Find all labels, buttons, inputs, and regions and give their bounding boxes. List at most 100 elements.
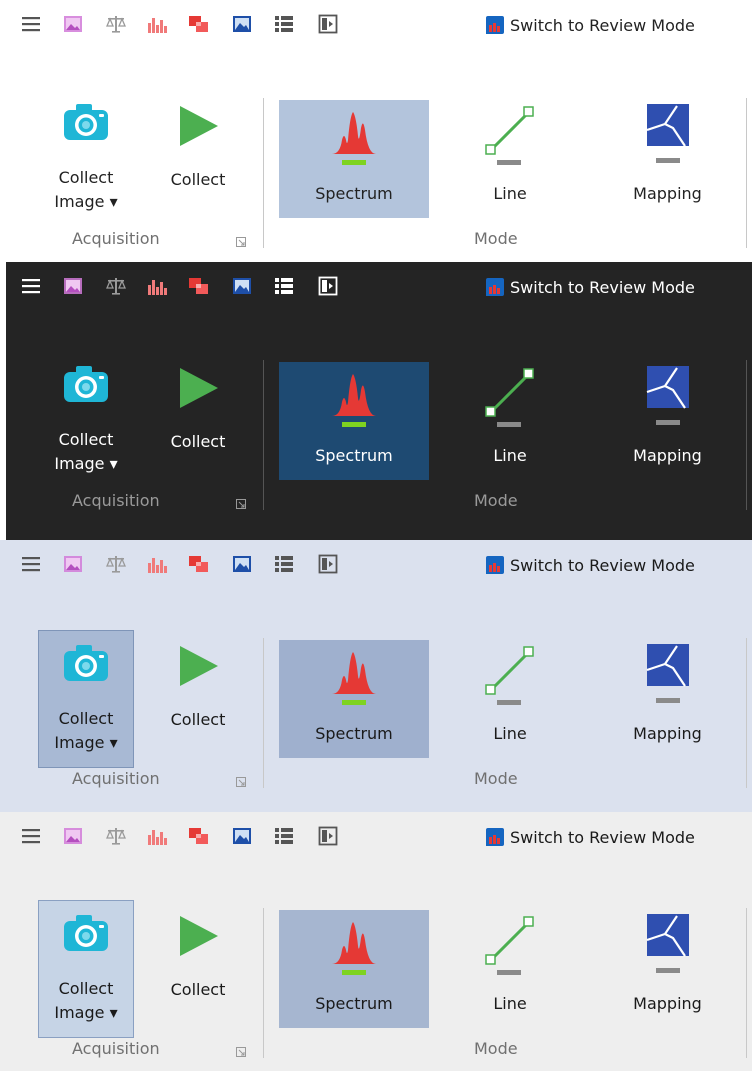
- list-icon[interactable]: [273, 553, 295, 575]
- quick-access-toolbar: Switch to Review Mode: [0, 0, 752, 52]
- menu-icon[interactable]: [20, 275, 42, 297]
- image-icon[interactable]: [62, 13, 84, 35]
- line-mode-button[interactable]: Line: [460, 910, 560, 1028]
- group-separator: [263, 360, 264, 510]
- image-icon[interactable]: [62, 553, 84, 575]
- balance-icon[interactable]: [105, 825, 127, 847]
- switch-review-mode-button[interactable]: Switch to Review Mode: [486, 824, 695, 850]
- balance-icon[interactable]: [105, 275, 127, 297]
- switch-review-mode-button[interactable]: Switch to Review Mode: [486, 552, 695, 578]
- picture-icon[interactable]: [231, 275, 253, 297]
- ribbon-panel-light: Switch to Review Mode Collect Image ▾ Co…: [0, 0, 752, 262]
- mapping-icon: [645, 914, 691, 978]
- group-separator: [746, 360, 747, 510]
- line-mode-button[interactable]: Line: [460, 100, 560, 218]
- line-label: Line: [493, 184, 527, 203]
- play-icon: [176, 104, 220, 148]
- switch-review-mode-label: Switch to Review Mode: [510, 15, 695, 35]
- collect-button[interactable]: Collect: [150, 352, 246, 472]
- line-icon: [485, 646, 535, 708]
- collect-label: Collect: [170, 170, 226, 189]
- image-icon[interactable]: [62, 825, 84, 847]
- switch-review-mode-button[interactable]: Switch to Review Mode: [486, 274, 695, 300]
- collect-image-label-line1: Collect: [58, 709, 114, 728]
- switch-review-mode-button[interactable]: Switch to Review Mode: [486, 12, 695, 38]
- mapping-label: Mapping: [633, 994, 702, 1013]
- acquisition-group-label: Acquisition: [72, 769, 160, 788]
- line-icon: [485, 368, 535, 430]
- spectrum-mode-button[interactable]: Spectrum: [279, 640, 429, 758]
- mode-group-label: Mode: [474, 1039, 518, 1058]
- layers-icon[interactable]: [188, 553, 210, 575]
- menu-icon[interactable]: [20, 13, 42, 35]
- list-icon[interactable]: [273, 825, 295, 847]
- spectrum-label: Spectrum: [315, 184, 393, 203]
- dialog-launcher-icon[interactable]: [236, 498, 246, 509]
- camera-icon: [62, 643, 110, 683]
- layers-icon[interactable]: [188, 825, 210, 847]
- spectrum-mode-button[interactable]: Spectrum: [279, 910, 429, 1028]
- mapping-mode-button[interactable]: Mapping: [610, 362, 725, 480]
- picture-icon[interactable]: [231, 825, 253, 847]
- review-mode-icon: [486, 828, 504, 846]
- camera-icon: [62, 364, 110, 404]
- collect-button[interactable]: Collect: [150, 630, 246, 750]
- collect-image-button[interactable]: Collect Image ▾: [38, 352, 134, 490]
- review-mode-icon: [486, 556, 504, 574]
- collect-image-button[interactable]: Collect Image ▾: [38, 900, 134, 1038]
- spectrum-icon: [330, 372, 378, 430]
- dialog-launcher-icon[interactable]: [236, 1046, 246, 1057]
- panel-icon[interactable]: [317, 825, 339, 847]
- menu-icon[interactable]: [20, 553, 42, 575]
- acquisition-group-label: Acquisition: [72, 491, 160, 510]
- quick-access-toolbar: Switch to Review Mode: [6, 262, 752, 314]
- histogram-icon[interactable]: [146, 825, 168, 847]
- ribbon-panel-blue: Switch to Review Mode Collect Image ▾ Co…: [0, 540, 752, 812]
- panel-icon[interactable]: [317, 553, 339, 575]
- mapping-label: Mapping: [633, 184, 702, 203]
- mapping-mode-button[interactable]: Mapping: [610, 100, 725, 218]
- layers-icon[interactable]: [188, 13, 210, 35]
- line-label: Line: [493, 446, 527, 465]
- spectrum-icon: [330, 650, 378, 708]
- ribbon: Collect Image ▾ Collect Spectrum Line Ma…: [0, 630, 752, 800]
- quick-access-toolbar: Switch to Review Mode: [0, 540, 752, 592]
- mapping-mode-button[interactable]: Mapping: [610, 910, 725, 1028]
- layers-icon[interactable]: [188, 275, 210, 297]
- picture-icon[interactable]: [231, 553, 253, 575]
- balance-icon[interactable]: [105, 553, 127, 575]
- image-icon[interactable]: [62, 275, 84, 297]
- collect-button[interactable]: Collect: [150, 900, 246, 1020]
- histogram-icon[interactable]: [146, 553, 168, 575]
- balance-icon[interactable]: [105, 13, 127, 35]
- play-icon: [176, 644, 220, 688]
- picture-icon[interactable]: [231, 13, 253, 35]
- collect-image-label-line1: Collect: [58, 979, 114, 998]
- spectrum-mode-button[interactable]: Spectrum: [279, 100, 429, 218]
- collect-button[interactable]: Collect: [150, 90, 246, 210]
- acquisition-group-label: Acquisition: [72, 229, 160, 248]
- mapping-mode-button[interactable]: Mapping: [610, 640, 725, 758]
- line-mode-button[interactable]: Line: [460, 362, 560, 480]
- ribbon: Collect Image ▾ Collect Spectrum Line Ma…: [0, 900, 752, 1070]
- play-icon: [176, 914, 220, 958]
- panel-icon[interactable]: [317, 275, 339, 297]
- histogram-icon[interactable]: [146, 275, 168, 297]
- switch-review-mode-label: Switch to Review Mode: [510, 827, 695, 847]
- mode-group-label: Mode: [474, 769, 518, 788]
- ribbon: Collect Image ▾ Collect Spectrum Line Ma…: [6, 352, 752, 522]
- collect-image-label-line1: Collect: [58, 168, 114, 187]
- menu-icon[interactable]: [20, 825, 42, 847]
- list-icon[interactable]: [273, 275, 295, 297]
- line-icon: [485, 106, 535, 168]
- dialog-launcher-icon[interactable]: [236, 236, 246, 247]
- collect-image-button[interactable]: Collect Image ▾: [38, 90, 134, 228]
- spectrum-mode-button[interactable]: Spectrum: [279, 362, 429, 480]
- spectrum-icon: [330, 920, 378, 978]
- histogram-icon[interactable]: [146, 13, 168, 35]
- line-mode-button[interactable]: Line: [460, 640, 560, 758]
- collect-image-button[interactable]: Collect Image ▾: [38, 630, 134, 768]
- list-icon[interactable]: [273, 13, 295, 35]
- panel-icon[interactable]: [317, 13, 339, 35]
- dialog-launcher-icon[interactable]: [236, 776, 246, 787]
